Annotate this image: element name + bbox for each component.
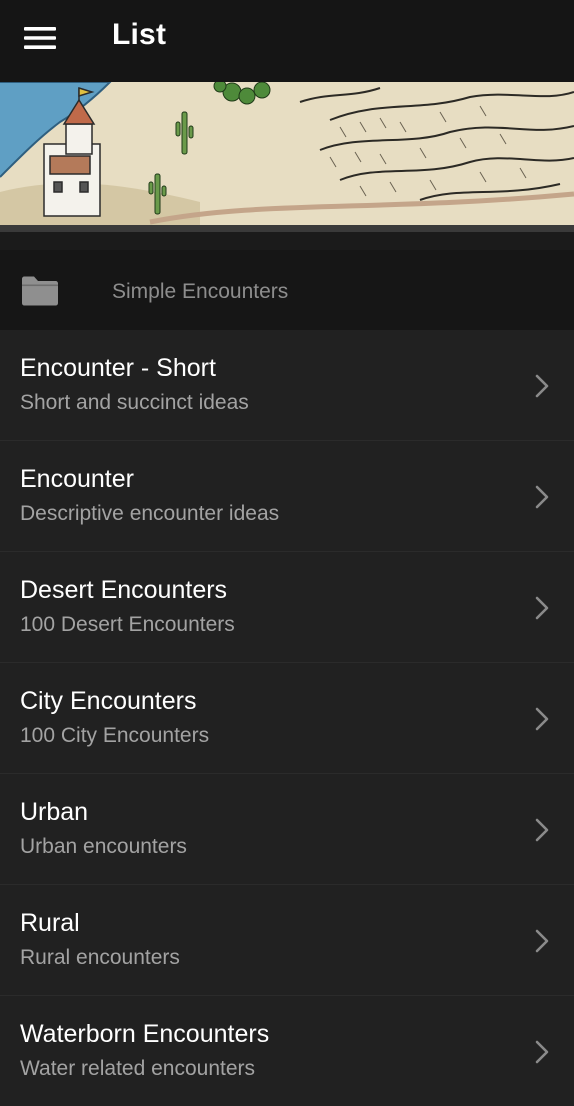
chevron-right-icon	[535, 374, 549, 398]
list-item-waterborn-encounters[interactable]: Waterborn Encounters Water related encou…	[0, 996, 574, 1106]
list-item-subtitle: Rural encounters	[20, 946, 180, 969]
list-item-urban[interactable]: Urban Urban encounters	[0, 774, 574, 885]
hamburger-menu-icon	[24, 27, 56, 49]
encounter-list: Encounter - Short Short and succinct ide…	[0, 330, 574, 1106]
list-item-subtitle: Urban encounters	[20, 835, 187, 858]
list-item-subtitle: Short and succinct ideas	[20, 391, 249, 414]
chevron-right-icon	[535, 485, 549, 509]
list-item-subtitle: 100 City Encounters	[20, 724, 210, 747]
category-label: Simple Encounters	[112, 280, 289, 303]
banner-divider	[0, 232, 574, 250]
list-item-encounter-short[interactable]: Encounter - Short Short and succinct ide…	[0, 330, 574, 441]
map-banner-image	[0, 82, 574, 232]
list-item-city-encounters[interactable]: City Encounters 100 City Encounters	[0, 663, 574, 774]
list-item-title: Desert Encounters	[20, 576, 228, 604]
page-title: List	[112, 18, 167, 51]
chevron-right-icon	[535, 707, 549, 731]
toolbar: List	[0, 0, 574, 82]
chevron-right-icon	[535, 818, 549, 842]
list-item-title: Encounter - Short	[20, 354, 216, 382]
menu-button[interactable]	[14, 15, 66, 61]
app-root: List Simple Encounters Encounter - Short…	[0, 0, 574, 1106]
list-item-title: City Encounters	[20, 687, 197, 715]
list-item-subtitle: Water related encounters	[20, 1057, 256, 1080]
list-item-title: Urban	[20, 798, 89, 826]
list-item-desert-encounters[interactable]: Desert Encounters 100 Desert Encounters	[0, 552, 574, 663]
chevron-right-icon	[535, 596, 549, 620]
list-item-title: Rural	[20, 909, 80, 937]
list-item-rural[interactable]: Rural Rural encounters	[0, 885, 574, 996]
list-item-title: Waterborn Encounters	[20, 1020, 270, 1048]
chevron-right-icon	[535, 929, 549, 953]
list-item-title: Encounter	[20, 465, 134, 493]
folder-icon	[22, 276, 58, 306]
category-header: Simple Encounters	[0, 250, 574, 330]
fantasy-map-illustration	[0, 82, 574, 232]
chevron-right-icon	[535, 1040, 549, 1064]
list-item-encounter[interactable]: Encounter Descriptive encounter ideas	[0, 441, 574, 552]
list-item-subtitle: Descriptive encounter ideas	[20, 502, 280, 525]
list-item-subtitle: 100 Desert Encounters	[20, 613, 235, 636]
